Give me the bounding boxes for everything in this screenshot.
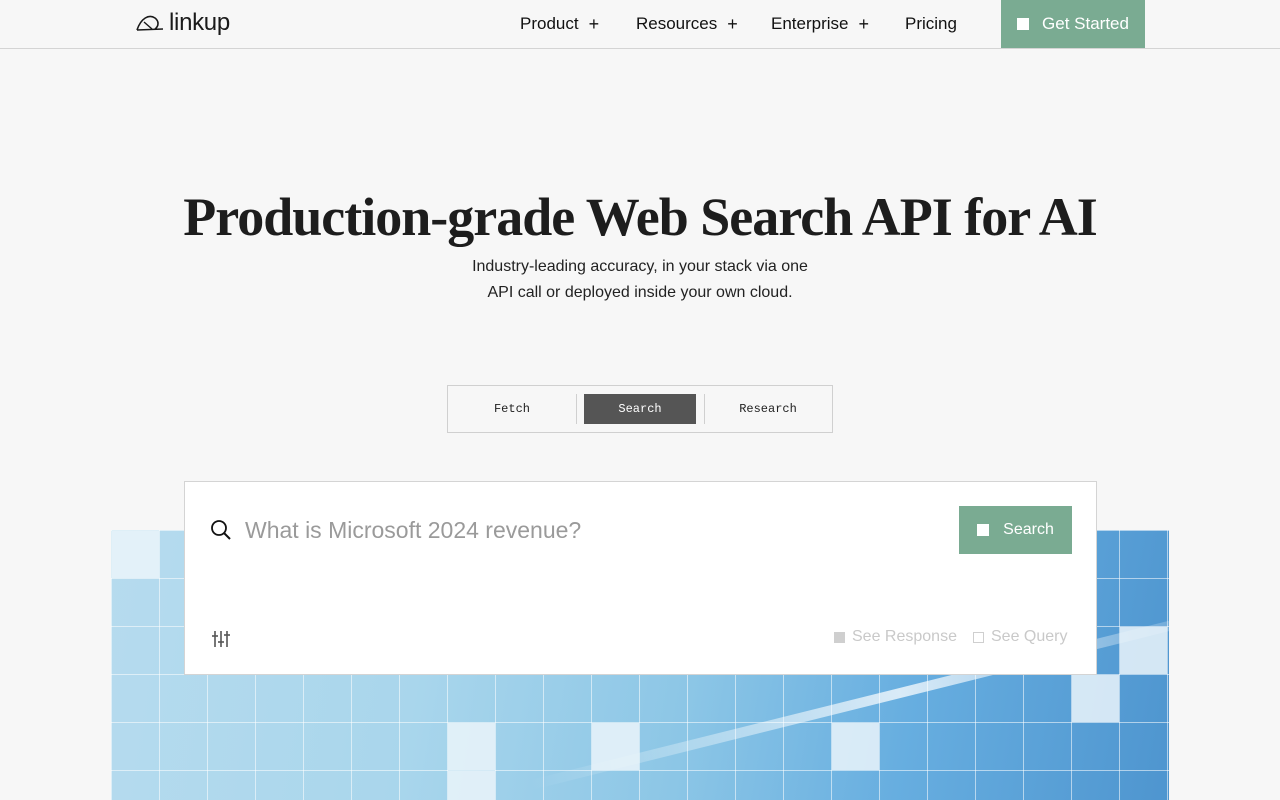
see-query-label: See Query	[991, 628, 1068, 645]
square-icon	[1017, 18, 1030, 30]
tab-divider	[576, 394, 577, 424]
sliders-icon[interactable]	[211, 629, 231, 649]
tab-fetch[interactable]: Fetch	[456, 394, 568, 424]
search-input[interactable]	[245, 512, 945, 548]
checkbox-icon	[973, 631, 984, 643]
site-header: linkup Product + Resources + Enterprise …	[0, 0, 1280, 49]
grid-highlight-cell	[1072, 675, 1119, 722]
grid-highlight-cell	[112, 531, 159, 578]
grid-highlight-cell	[448, 771, 495, 800]
hero-title: Production-grade Web Search API for AI	[183, 187, 1098, 247]
search-icon	[211, 520, 231, 540]
grid-highlight-cell	[1120, 627, 1167, 674]
nav-enterprise-label: Enterprise	[771, 14, 849, 33]
see-response-label: See Response	[852, 628, 957, 645]
plus-icon: +	[588, 14, 600, 34]
nav-resources-label: Resources	[636, 14, 718, 33]
search-button-label: Search	[1003, 521, 1054, 538]
nav-enterprise[interactable]: Enterprise +	[771, 13, 869, 35]
checkbox-checked-icon	[834, 631, 845, 643]
search-button[interactable]: Search	[959, 506, 1072, 554]
get-started-label: Get Started	[1042, 14, 1129, 33]
logo-icon	[136, 15, 164, 31]
plus-icon: +	[727, 14, 738, 34]
see-query-checkbox[interactable]: See Query	[973, 628, 1067, 646]
hero-subtitle: Industry-leading accuracy, in your stack…	[0, 254, 1280, 306]
nav-resources[interactable]: Resources +	[636, 13, 738, 35]
see-response-checkbox[interactable]: See Response	[834, 628, 957, 646]
nav-pricing-label: Pricing	[905, 14, 957, 33]
hero-subtitle-line-1: Industry-leading accuracy, in your stack…	[472, 258, 808, 275]
tab-search[interactable]: Search	[584, 394, 696, 424]
square-icon	[977, 524, 990, 536]
nav-product[interactable]: Product +	[520, 13, 599, 35]
get-started-button[interactable]: Get Started	[1001, 0, 1145, 48]
search-card: Search See Response See Query	[184, 481, 1097, 675]
nav-product-label: Product	[520, 14, 579, 33]
grid-highlight-cell	[448, 723, 495, 770]
tab-divider	[704, 394, 705, 424]
brand-logo[interactable]: linkup	[135, 9, 230, 37]
grid-highlight-cell	[832, 723, 879, 770]
tab-research[interactable]: Research	[712, 394, 824, 424]
hero-subtitle-line-2: API call or deployed inside your own clo…	[487, 284, 793, 301]
nav-pricing[interactable]: Pricing	[905, 13, 957, 35]
grid-highlight-cell	[592, 723, 639, 770]
brand-name: linkup	[169, 9, 230, 36]
plus-icon: +	[858, 14, 869, 34]
page: linkup Product + Resources + Enterprise …	[0, 0, 1280, 800]
mode-tabs: Fetch Search Research	[447, 385, 833, 433]
